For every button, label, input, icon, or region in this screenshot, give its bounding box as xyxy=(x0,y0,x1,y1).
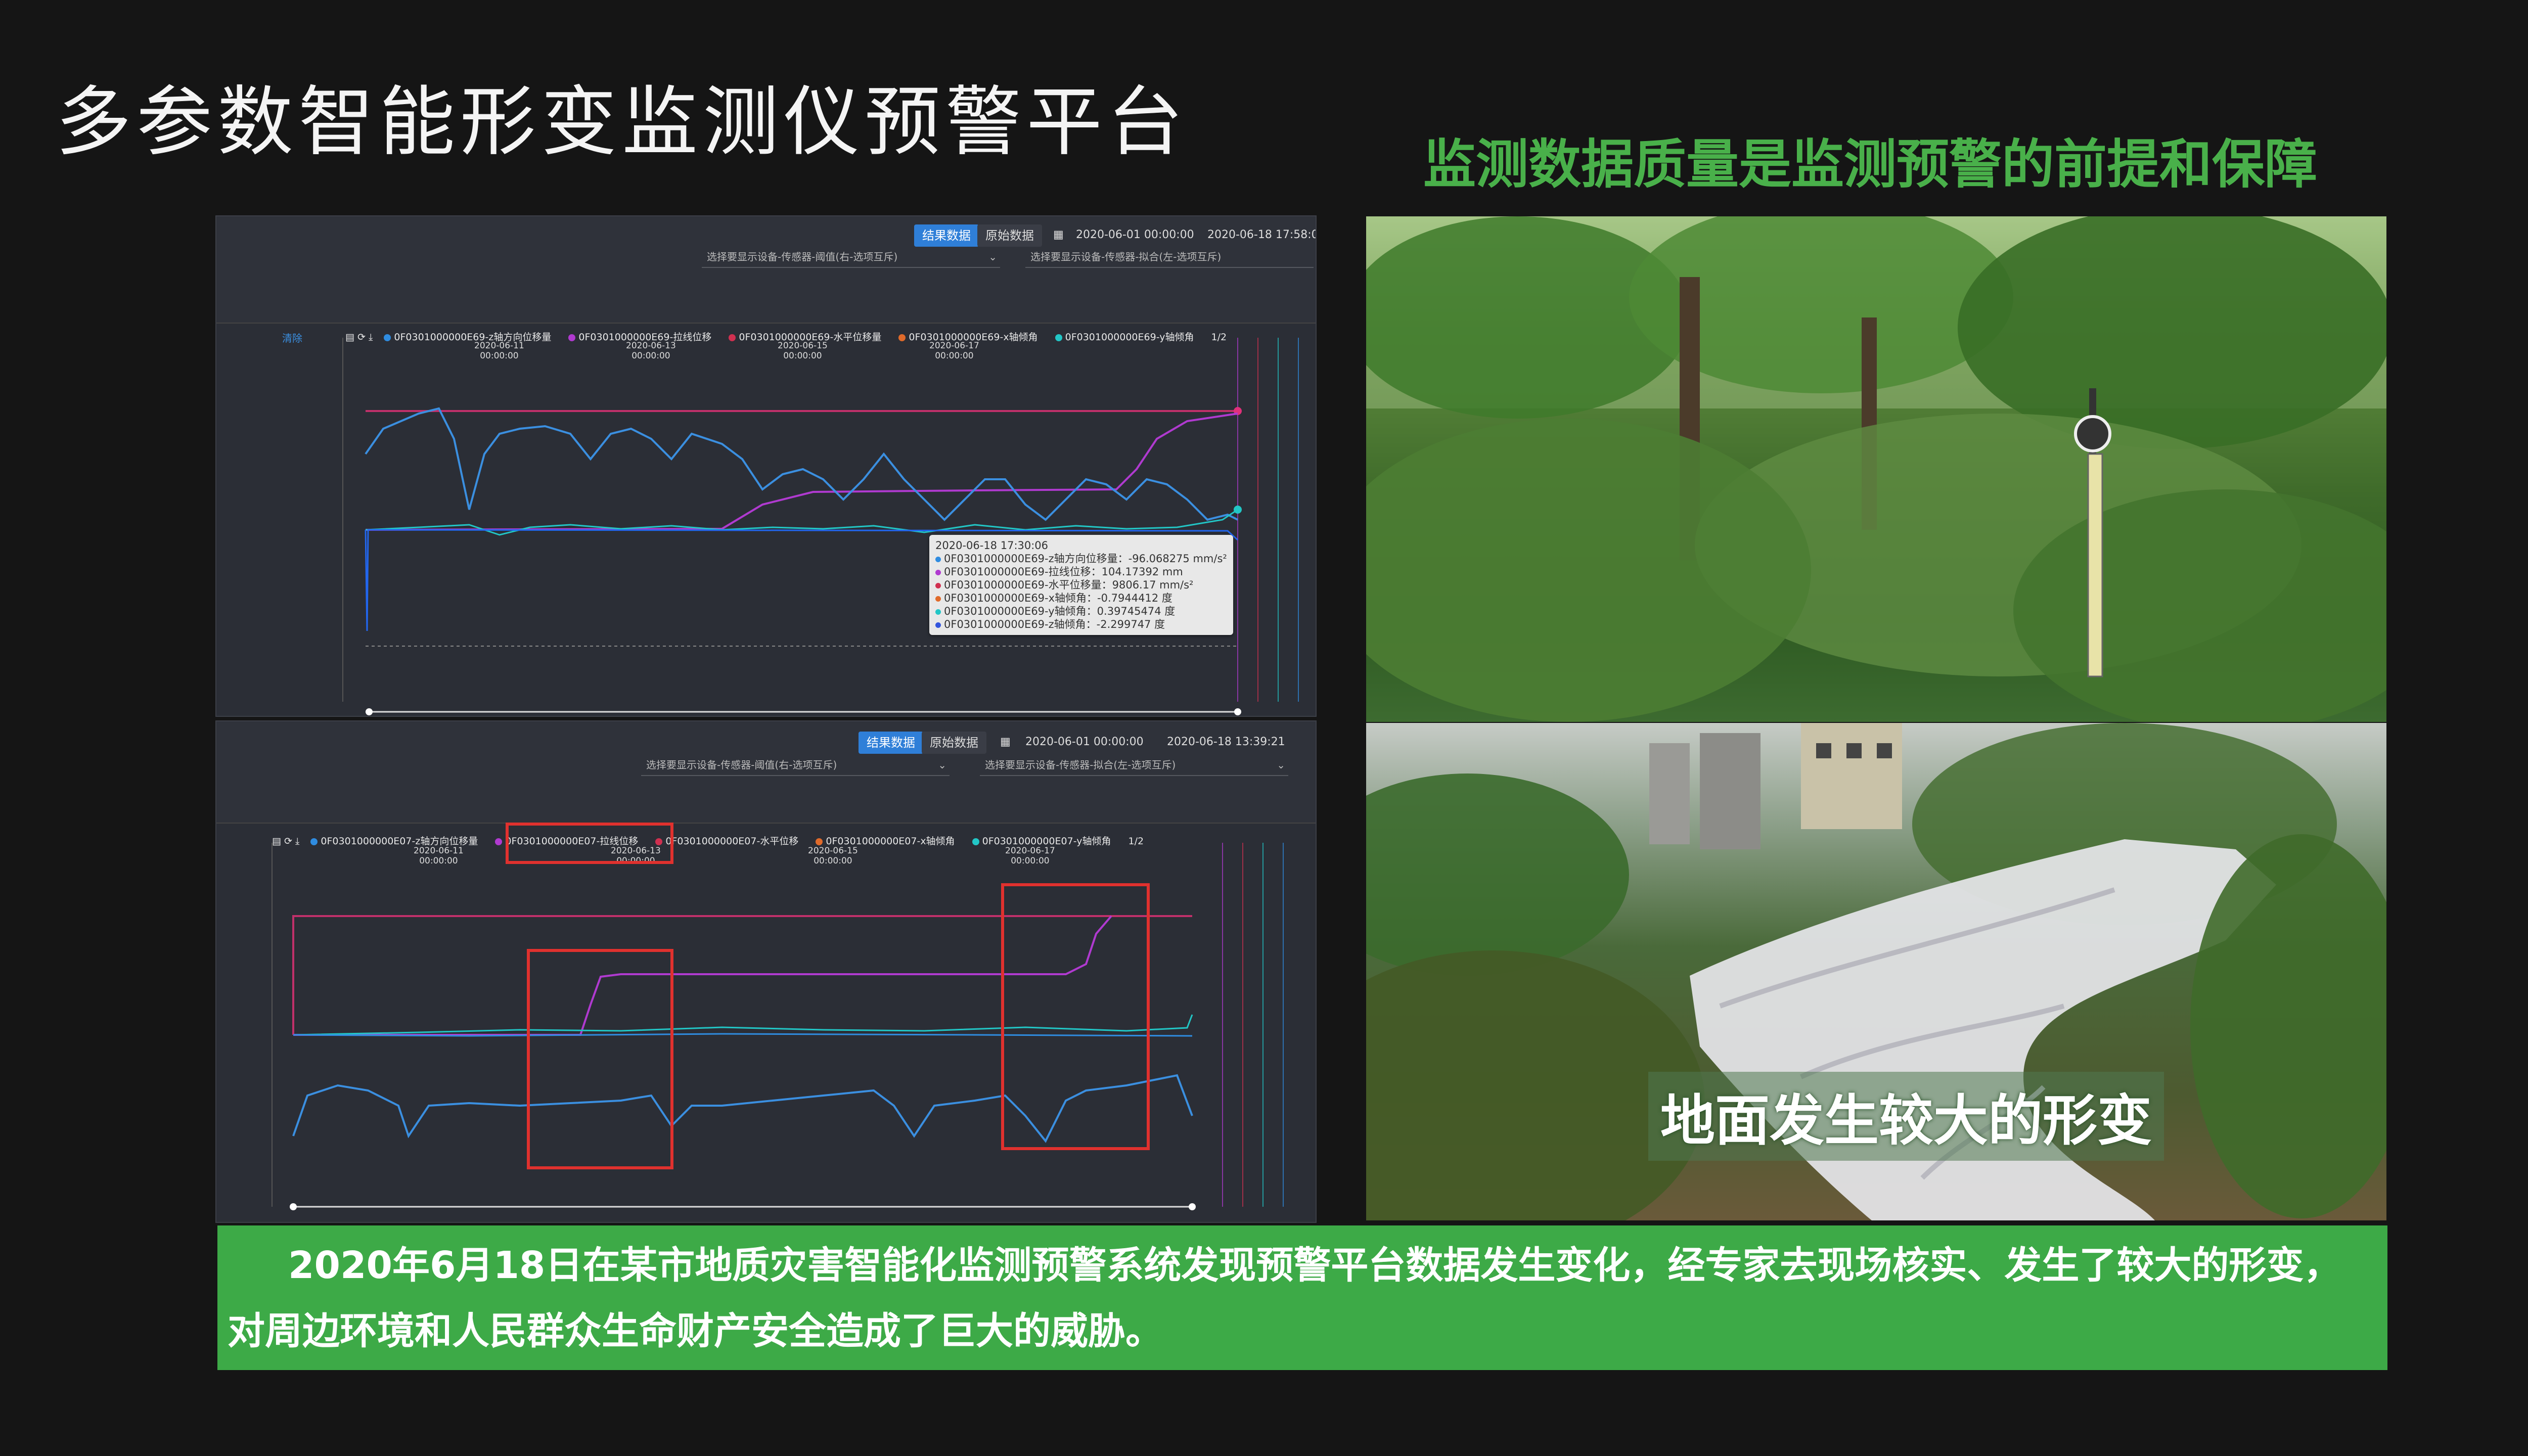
highlight-box-second-change xyxy=(1001,883,1150,1150)
sensor-chart-top xyxy=(342,338,1299,715)
caption-text: 2020年6月18日在某市地质灾害智能化监测预警系统发现预警平台数据发生变化，经… xyxy=(217,1225,2387,1370)
dashboard-bottom: 结果数据 原始数据 ▦ 2020-06-01 00:00:00 2020-06-… xyxy=(215,720,1317,1223)
dashboard-top: 结果数据 原始数据 ▦ 2020-06-01 00:00:00 2020-06-… xyxy=(215,215,1317,717)
tooltip-row: 0F0301000000E69-y轴倾角：0.39745474 度 xyxy=(935,605,1227,618)
vegetation-illustration xyxy=(1366,216,2386,722)
tooltip-row: 0F0301000000E69-水平位移量：9806.17 mm/s² xyxy=(935,578,1227,592)
tooltip-row: 0F0301000000E69-z轴方向位移量：-96.068275 mm/s² xyxy=(935,552,1227,565)
tooltip-row: 0F0301000000E69-x轴倾角：-0.7944412 度 xyxy=(935,592,1227,605)
sensor-chart-bottom xyxy=(272,843,1284,1210)
sensor-photo xyxy=(1366,216,2386,722)
caption-body: 2020年6月18日在某市地质灾害智能化监测预警系统发现预警平台数据发生变化，经… xyxy=(228,1244,2341,1353)
slide-subtitle: 监测数据质量是监测预警的前提和保障 xyxy=(1423,133,2318,195)
slide-title: 多参数智能形变监测仪预警平台 xyxy=(56,78,1189,166)
tooltip-time: 2020-06-18 17:30:06 xyxy=(935,539,1049,552)
tooltip-row: 0F0301000000E69-拉线位移：104.17392 mm xyxy=(935,565,1227,578)
photo-label: 地面发生较大的形变 xyxy=(1648,1072,2164,1161)
tooltip-row: 0F0301000000E69-z轴倾角：-2.299747 度 xyxy=(935,618,1227,631)
chart-tooltip: 2020-06-18 17:30:06 0F0301000000E69-z轴方向… xyxy=(929,535,1233,635)
highlight-legend-box xyxy=(506,823,673,864)
highlight-box-first-change xyxy=(527,949,673,1169)
